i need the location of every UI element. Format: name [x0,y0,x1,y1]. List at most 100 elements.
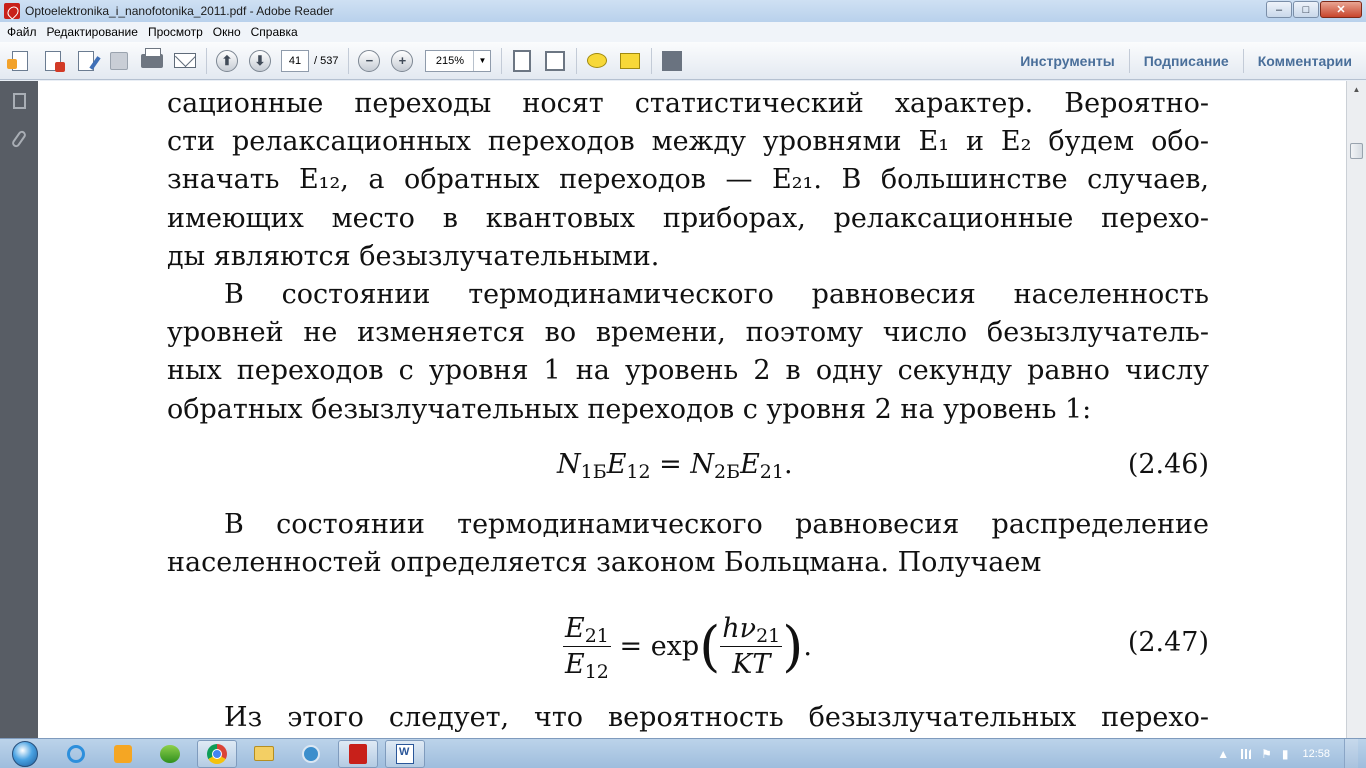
paragraph: В состоянии термодинамического равновеси… [167,506,1209,582]
zoom-out-button[interactable]: − [355,47,383,75]
taskbar-chrome[interactable] [197,739,237,768]
clock[interactable]: 12:58 [1302,748,1330,760]
menu-edit[interactable]: Редактирование [44,25,145,39]
fit-page-button[interactable] [508,47,536,75]
combine-button[interactable] [39,47,67,75]
fraction-numerator: E21 [563,613,611,647]
highlight-icon [620,52,641,69]
start-button[interactable] [6,739,44,768]
pages-icon [12,93,26,109]
paperclip-icon [10,129,28,149]
menu-window[interactable]: Окно [210,25,248,39]
media-center-icon [160,744,180,763]
fit-width-button[interactable] [541,47,569,75]
left-paren: ( [699,614,721,678]
taskbar-word[interactable] [385,739,425,768]
expand-button[interactable] [658,47,686,75]
scroll-up-icon[interactable]: ▲ [1347,81,1366,98]
signal-icon[interactable] [1239,749,1252,759]
window-title: Optoelektronika_i_nanofotonika_2011.pdf … [25,4,334,18]
edit-icon [78,50,94,71]
next-page-button[interactable]: ⬇ [246,47,274,75]
zoom-select[interactable]: 215% ▼ [425,49,492,72]
menu-view[interactable]: Просмотр [145,25,210,39]
equation-2-46: N1БE12 = N2БE21. (2.46) [167,449,1209,489]
page-total: / 537 [314,54,339,67]
taskbar-explorer[interactable] [244,740,284,768]
navigation-pane [0,81,38,738]
text-line: уровней не изменяется во времени, поэтом… [167,317,1209,349]
system-tray: ▲ ⚑ ▮ 12:58 [1207,739,1366,768]
page-number-input[interactable]: 41 [281,49,309,72]
combine-icon [45,50,65,72]
eq-symbol: N [690,449,715,480]
next-page-icon: ⬇ [249,49,271,72]
expand-icon [662,50,683,71]
show-hidden-icons[interactable]: ▲ [1217,747,1229,761]
window-controls: – □ ✕ [1266,1,1362,18]
paragraph: Из этого следует, что вероятность безызл… [167,699,1209,737]
equation-body: E21 E12 = exp ( hν21 KT ) . [563,601,812,691]
word-icon [396,743,414,764]
create-pdf-icon [7,50,28,71]
battery-icon[interactable]: ▮ [1282,747,1289,761]
equation-body: N1БE12 = N2БE21. [557,449,793,483]
highlight-button[interactable] [616,47,644,75]
zoom-in-button[interactable]: + [388,47,416,75]
minimize-button[interactable]: – [1266,1,1292,18]
eq-operator: = [650,449,691,480]
toolbar: ⬆ ⬇ 41 / 537 − + 215% ▼ Инструменты Подп… [0,42,1366,80]
text-line: Из этого следует, что вероятность безызл… [224,702,1209,733]
text-line: имеющих место в квантовых приборах, рела… [167,202,1209,234]
previous-page-button[interactable]: ⬆ [213,47,241,75]
chrome-icon [207,743,227,764]
eq-punct: . [783,449,793,480]
edit-button[interactable] [72,47,100,75]
flag-icon[interactable]: ⚑ [1261,747,1272,761]
menu-file[interactable]: Файл [4,25,44,39]
attachments-button[interactable] [6,126,32,152]
close-button[interactable]: ✕ [1320,1,1362,18]
page-thumbnails-button[interactable] [6,88,32,114]
text-line: ных переходов с уровня 1 на уровень 2 в … [167,355,1209,387]
paragraph: сационные переходы носят статистический … [167,85,1209,429]
show-desktop-button[interactable] [1344,739,1358,768]
comment-button[interactable] [583,47,611,75]
taskbar-acrobat[interactable] [338,739,378,768]
maximize-button[interactable]: □ [1293,1,1319,18]
print-button[interactable] [138,47,166,75]
eq-symbol: hν [722,612,757,644]
equation-2-47: E21 E12 = exp ( hν21 KT ) . (2.47) [167,601,1209,691]
print-icon [141,47,163,68]
save-button[interactable] [105,47,133,75]
taskbar-media-player[interactable] [103,740,143,768]
email-button[interactable] [171,47,199,75]
eq-symbol: E [565,612,585,644]
text-line: В состоянии термодинамического равновеси… [224,279,1209,311]
tools-link[interactable]: Инструменты [1006,49,1129,73]
eq-symbol: E [565,648,585,680]
text-line: сационные переходы носят статистический … [167,88,1209,119]
taskbar-generic-app[interactable] [291,740,331,768]
create-pdf-button[interactable] [6,47,34,75]
document-viewport[interactable]: сационные переходы носят статистический … [38,81,1346,738]
chevron-down-icon[interactable]: ▼ [473,50,490,71]
save-icon [110,51,128,70]
text-line: населенностей определяется законом Больц… [167,547,1042,579]
fit-width-icon [545,50,566,71]
eq-symbol: E [606,449,627,480]
vertical-scrollbar[interactable]: ▲ [1346,81,1366,738]
title-bar: Optoelektronika_i_nanofotonika_2011.pdf … [0,0,1366,22]
fraction-denominator: E12 [563,647,611,682]
eq-subscript: 2Б [714,461,741,483]
taskbar-ie[interactable] [56,740,96,768]
zoom-value: 215% [435,54,465,67]
menu-help[interactable]: Справка [248,25,305,39]
sign-link[interactable]: Подписание [1128,49,1243,73]
taskbar-media-center[interactable] [150,740,190,768]
fraction-numerator: hν21 [720,612,783,647]
scrollbar-thumb[interactable] [1350,143,1363,159]
taskbar: ▲ ⚑ ▮ 12:58 [0,738,1366,768]
eq-subscript: 1Б [580,461,607,483]
comments-link[interactable]: Комментарии [1242,49,1366,73]
